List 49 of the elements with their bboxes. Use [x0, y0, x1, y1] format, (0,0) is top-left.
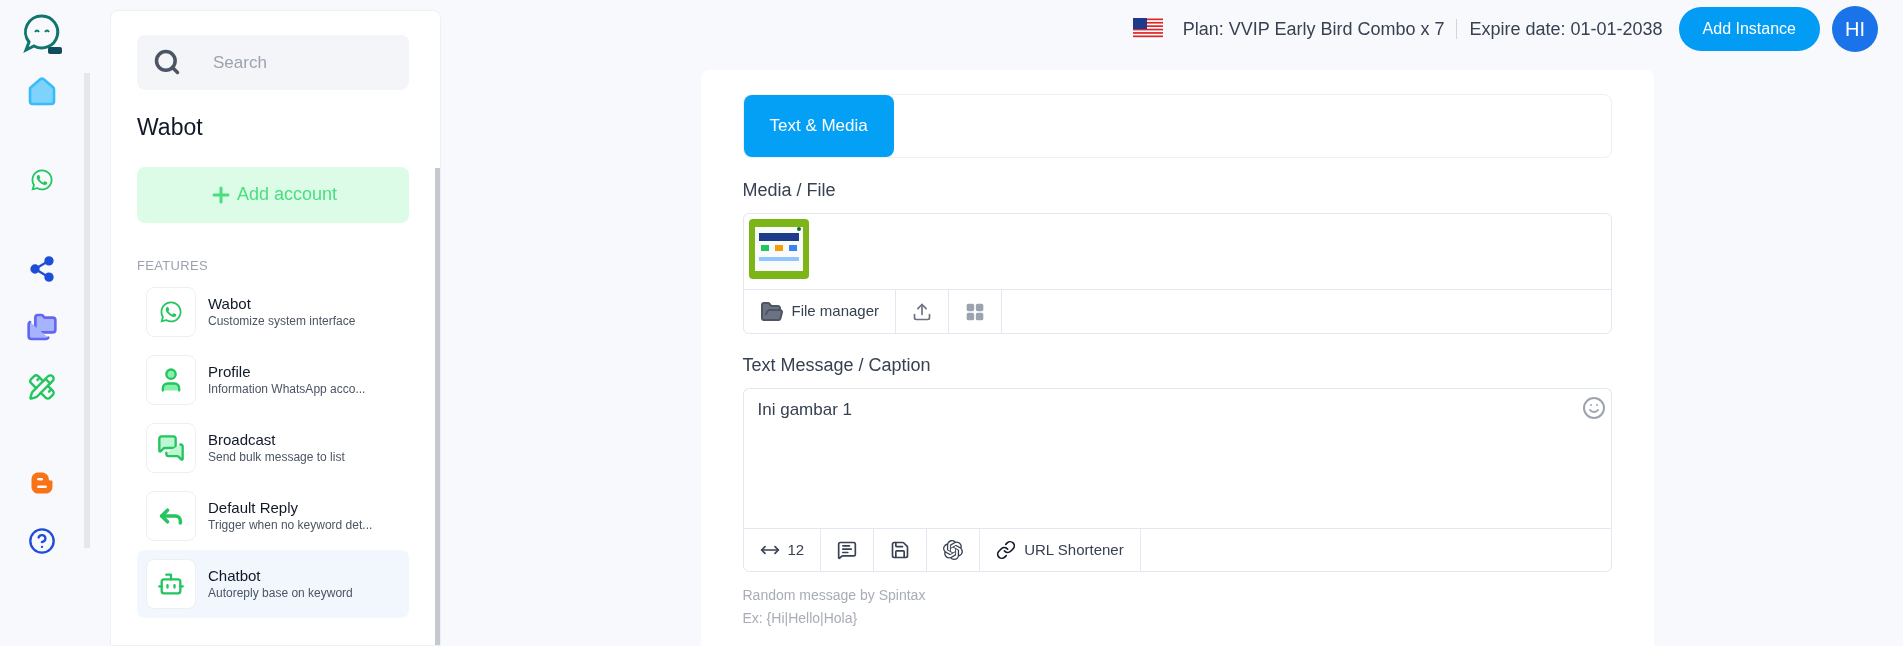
- whatsapp-icon[interactable]: [30, 168, 54, 192]
- pencil-ruler-icon[interactable]: [28, 373, 56, 401]
- plan-text: Plan: VVIP Early Bird Combo x 7: [1182, 17, 1445, 41]
- ai-icon: [943, 540, 964, 560]
- help-icon[interactable]: [28, 527, 56, 555]
- logo-icon: [20, 12, 64, 56]
- folder-icon: [759, 299, 784, 324]
- link-icon: [996, 540, 1017, 560]
- field-label: Media / File: [742, 179, 837, 202]
- item-title: Chatbot: [208, 567, 262, 586]
- toolbar-button[interactable]: File manager: [743, 290, 897, 333]
- search-field[interactable]: Search: [137, 35, 409, 90]
- item-title: Broadcast: [208, 431, 277, 450]
- search-icon: [153, 48, 181, 76]
- blog-icon[interactable]: [30, 471, 54, 495]
- upload-icon: [912, 301, 933, 322]
- save-icon: [890, 540, 911, 560]
- item-title: Wabot: [208, 295, 252, 314]
- hint-text: Ex: {Hi|Hello|Hola}: [742, 609, 859, 628]
- item-subtitle: Trigger when no keyword det...: [208, 517, 373, 533]
- avatar[interactable]: HI: [1832, 6, 1878, 52]
- item-title: Profile: [208, 363, 252, 382]
- comment-icon: [837, 540, 858, 560]
- item-subtitle: Information WhatsApp acco...: [208, 381, 366, 397]
- section-label: FEATURES: [137, 256, 209, 275]
- sidebar-title: Wabot: [137, 113, 204, 142]
- caption-field[interactable]: Ini gambar 1: [742, 388, 1612, 528]
- us-flag-icon: [1132, 18, 1163, 40]
- feature-item[interactable]: Wabot Customize system interface: [137, 278, 409, 346]
- folders-icon[interactable]: [26, 311, 58, 343]
- item-subtitle: Send bulk message to list: [208, 449, 345, 465]
- item-subtitle: Customize system interface: [208, 313, 356, 329]
- toolbar-button[interactable]: 12: [743, 529, 822, 571]
- feature-item[interactable]: Profile Information WhatsApp acco...: [137, 346, 409, 414]
- hint-text: Random message by Spintax: [742, 586, 927, 605]
- feature-item[interactable]: Chatbot Autoreply base on keyword: [137, 550, 409, 618]
- item-subtitle: Autoreply base on keyword: [208, 585, 353, 601]
- expire-text: Expire date: 01-01-2038: [1469, 17, 1663, 41]
- whatsapp-icon: [159, 300, 183, 324]
- chat-bubbles-icon: [157, 434, 185, 462]
- feature-item[interactable]: Default Reply Trigger when no keyword det...: [137, 482, 409, 550]
- grid-icon: [965, 301, 986, 322]
- toolbar-button[interactable]: URL Shortener: [980, 529, 1141, 571]
- emoji-icon[interactable]: [1581, 396, 1606, 420]
- feature-item[interactable]: Broadcast Send bulk message to list: [137, 414, 409, 482]
- share-icon[interactable]: [28, 255, 56, 283]
- home-icon[interactable]: [26, 76, 58, 108]
- field-label: Text Message / Caption: [742, 354, 932, 377]
- item-title: Default Reply: [208, 499, 300, 518]
